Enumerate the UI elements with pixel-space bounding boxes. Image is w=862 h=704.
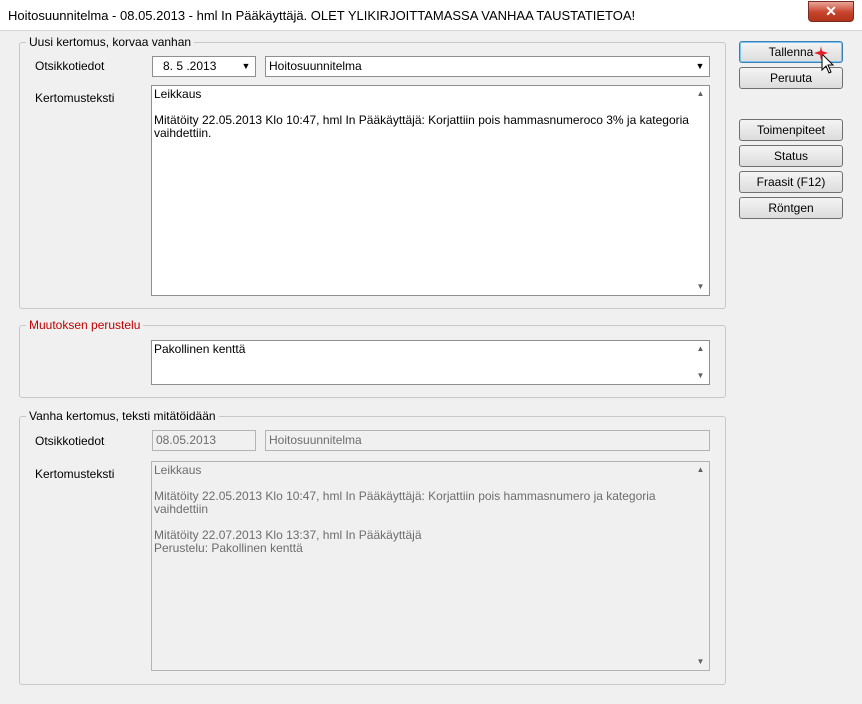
old-entry-legend: Vanha kertomus, teksti mitätöidään <box>26 409 219 423</box>
new-date-value: 8. 5 .2013 <box>163 59 217 73</box>
new-text-label: Kertomusteksti <box>35 91 115 105</box>
new-text-scrollbar[interactable]: ▲ ▼ <box>692 86 709 295</box>
status-button[interactable]: Status <box>739 145 843 167</box>
close-icon: ✕ <box>825 3 837 19</box>
scroll-up-icon[interactable]: ▲ <box>692 462 709 478</box>
phrases-button[interactable]: Fraasit (F12) <box>739 171 843 193</box>
old-text-area[interactable]: Leikkaus Mitätöity 22.05.2013 Klo 10:47,… <box>151 461 710 671</box>
chevron-down-icon[interactable]: ▼ <box>693 59 707 73</box>
actions-button[interactable]: Toimenpiteet <box>739 119 843 141</box>
new-header-label: Otsikkotiedot <box>35 59 105 73</box>
xray-button[interactable]: Röntgen <box>739 197 843 219</box>
old-text-value: Leikkaus Mitätöity 22.05.2013 Klo 10:47,… <box>154 463 656 555</box>
old-date-value: 08.05.2013 <box>156 433 217 447</box>
scroll-down-icon[interactable]: ▼ <box>692 654 709 670</box>
scroll-up-icon[interactable]: ▲ <box>692 341 709 357</box>
click-spark-icon <box>814 46 828 60</box>
new-date-dropdown[interactable]: 8. 5 .2013 ▼ <box>152 56 256 77</box>
old-text-scrollbar[interactable]: ▲ ▼ <box>692 462 709 670</box>
title-bar: Hoitosuunnitelma - 08.05.2013 - hml In P… <box>0 0 862 31</box>
scroll-up-icon[interactable]: ▲ <box>692 86 709 102</box>
new-type-dropdown[interactable]: Hoitosuunnitelma ▼ <box>265 56 710 77</box>
new-entry-legend: Uusi kertomus, korvaa vanhan <box>26 35 195 49</box>
new-type-value: Hoitosuunnitelma <box>269 59 362 73</box>
scroll-down-icon[interactable]: ▼ <box>692 279 709 295</box>
window-title: Hoitosuunnitelma - 08.05.2013 - hml In P… <box>8 8 636 23</box>
chevron-down-icon[interactable]: ▼ <box>239 59 253 73</box>
new-text-area[interactable]: Leikkaus Mitätöity 22.05.2013 Klo 10:47,… <box>151 85 710 296</box>
reason-legend: Muutoksen perustelu <box>26 318 144 332</box>
reason-scrollbar[interactable]: ▲ ▼ <box>692 341 709 384</box>
close-button[interactable]: ✕ <box>808 1 854 22</box>
reason-text-area[interactable]: Pakollinen kenttä ▲ ▼ <box>151 340 710 385</box>
new-text-value: Leikkaus Mitätöity 22.05.2013 Klo 10:47,… <box>154 87 689 140</box>
old-header-label: Otsikkotiedot <box>35 434 105 448</box>
old-text-label: Kertomusteksti <box>35 467 115 481</box>
old-type-value: Hoitosuunnitelma <box>269 433 362 447</box>
old-date-field: 08.05.2013 <box>152 430 256 451</box>
old-type-field: Hoitosuunnitelma <box>265 430 710 451</box>
reason-text-value: Pakollinen kenttä <box>154 342 246 356</box>
scroll-down-icon[interactable]: ▼ <box>692 368 709 384</box>
